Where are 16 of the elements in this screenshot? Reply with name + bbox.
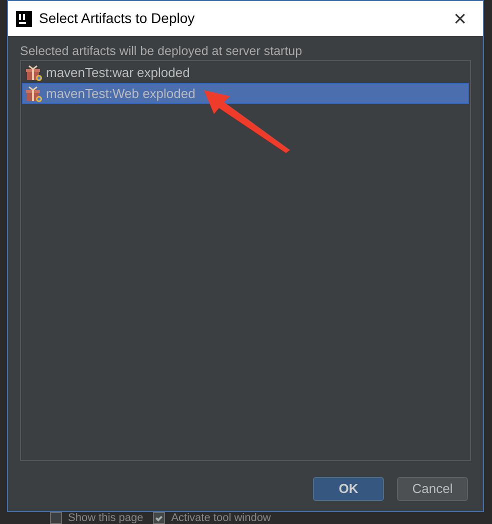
artifact-item[interactable]: mavenTest:war exploded xyxy=(22,62,469,83)
hint-text: Selected artifacts will be deployed at server startup xyxy=(20,43,304,60)
window-title: Select Artifacts to Deploy xyxy=(39,9,195,28)
gift-icon xyxy=(26,86,42,102)
artifact-label: mavenTest:Web exploded xyxy=(46,84,196,103)
option-label: Activate tool window xyxy=(171,511,271,524)
artifact-label: mavenTest:war exploded xyxy=(46,64,190,82)
checkbox[interactable] xyxy=(50,512,62,524)
gift-icon xyxy=(26,64,42,80)
artifact-item[interactable]: mavenTest:Web exploded xyxy=(22,83,469,104)
option-label: Show this page xyxy=(68,511,144,524)
app-logo-icon xyxy=(16,10,32,26)
checkbox[interactable] xyxy=(153,512,166,524)
cancel-button[interactable]: Cancel xyxy=(397,477,468,501)
ok-button[interactable]: OK xyxy=(313,477,384,501)
close-button[interactable]: × xyxy=(445,4,475,34)
